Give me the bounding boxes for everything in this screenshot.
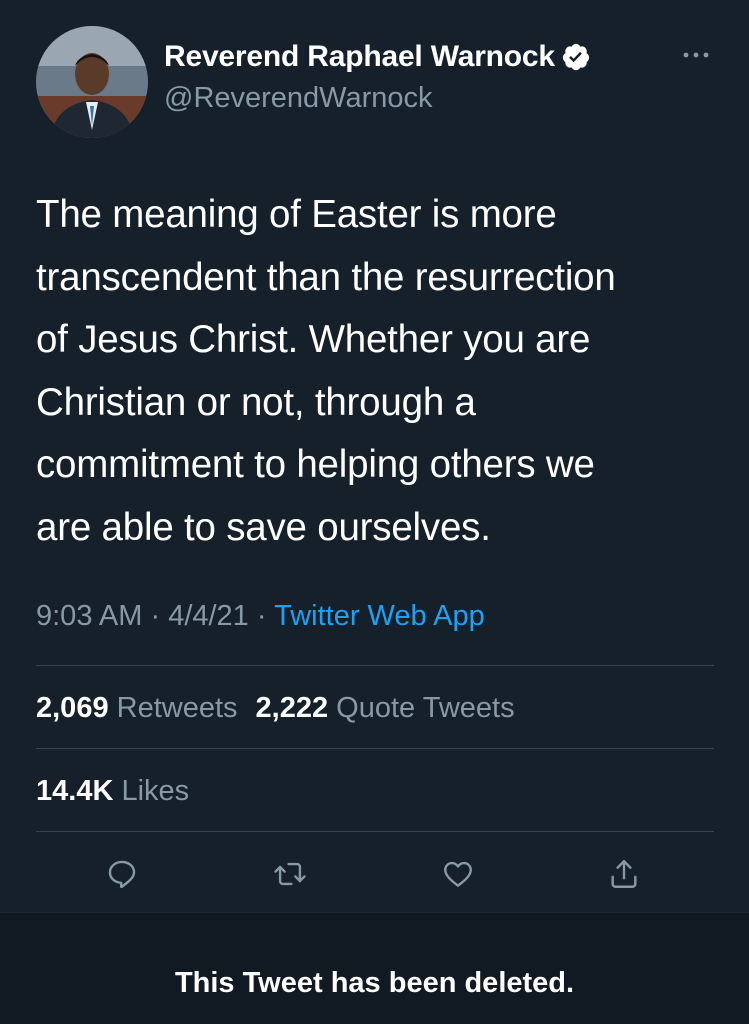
tweet-time[interactable]: 9:03 AM	[36, 600, 142, 632]
tweet-text-line: commitment to helping others we	[36, 443, 595, 486]
avatar-image	[36, 26, 148, 138]
tweet-text: The meaning of Easter is more transcende…	[36, 184, 716, 559]
quote-tweets-label: Quote Tweets	[336, 692, 515, 724]
quote-tweets-stat[interactable]: 2,222 Quote Tweets	[256, 692, 515, 724]
retweets-count: 2,069	[36, 692, 109, 724]
author-handle[interactable]: @ReverendWarnock	[164, 82, 433, 115]
retweets-label: Retweets	[116, 692, 238, 724]
tweet-text-line: of Jesus Christ. Whether you are	[36, 318, 591, 361]
retweet-icon	[274, 862, 306, 886]
share-button[interactable]	[602, 852, 646, 896]
deleted-tweet-message: This Tweet has been deleted.	[174, 967, 575, 999]
tweet-text-line: Christian or not, through a	[36, 380, 476, 424]
meta-separator: ·	[142, 600, 169, 632]
retweet-button[interactable]	[268, 852, 312, 896]
divider	[36, 831, 714, 832]
tweet-detail: Reverend Raphael Warnock @ReverendWarnoc…	[0, 0, 749, 912]
tweet-metadata: 9:03 AM · 4/4/21 · Twitter Web App	[36, 600, 485, 633]
tweet-text-line: transcendent than the resurrection	[36, 255, 616, 299]
likes-stat[interactable]: 14.4K Likes	[36, 775, 189, 807]
tweet-text-line: The meaning of Easter is more	[36, 193, 557, 236]
heart-icon	[444, 861, 472, 887]
retweets-stat[interactable]: 2,069 Retweets	[36, 692, 238, 724]
likes-label: Likes	[121, 775, 190, 807]
share-icon	[611, 860, 637, 888]
verified-badge-icon	[561, 42, 591, 72]
reply-icon	[108, 860, 136, 889]
divider	[36, 665, 714, 666]
tweet-actions-bar	[0, 852, 749, 900]
deleted-tweet-banner: This Tweet has been deleted.	[0, 912, 749, 1024]
quote-tweets-count: 2,222	[255, 692, 329, 724]
tweet-date[interactable]: 4/4/21	[168, 600, 249, 632]
retweet-stats-row: 2,069 Retweets 2,222 Quote Tweets	[36, 692, 515, 725]
reply-button[interactable]	[100, 852, 144, 896]
divider	[36, 748, 714, 749]
tweet-text-line: are able to save ourselves.	[36, 505, 491, 549]
tweet-source-link[interactable]: Twitter Web App	[274, 600, 485, 632]
author-name[interactable]: Reverend Raphael Warnock	[164, 40, 555, 74]
likes-stats-row: 14.4K Likes	[36, 775, 189, 808]
like-button[interactable]	[436, 852, 480, 896]
avatar[interactable]	[36, 26, 148, 138]
likes-count: 14.4K	[36, 775, 114, 807]
more-options-icon[interactable]	[681, 48, 711, 62]
meta-separator: ·	[248, 600, 275, 632]
author-name-row[interactable]: Reverend Raphael Warnock	[164, 40, 591, 74]
